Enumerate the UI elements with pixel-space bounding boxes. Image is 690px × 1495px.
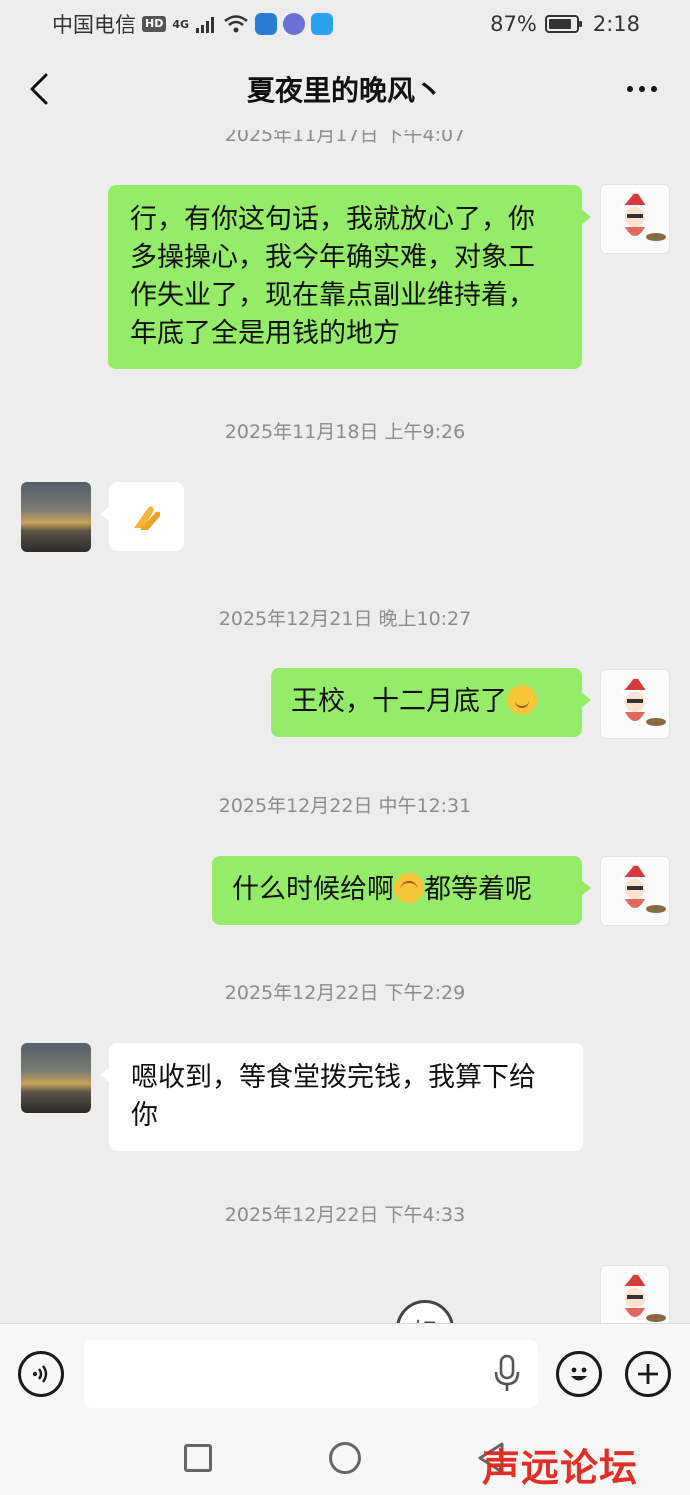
system-nav-bar: 声远论坛 xyxy=(0,1423,690,1495)
sent-message-bubble[interactable]: 行，有你这句话，我就放心了，你多操操心，我今年确实难，对象工作失业了，现在靠点副… xyxy=(108,185,591,369)
sticker-text: 好 xyxy=(413,1312,437,1324)
wifi-icon xyxy=(224,15,248,33)
voice-icon xyxy=(32,1365,48,1383)
smile-emoji-icon xyxy=(507,685,537,715)
emoji-icon xyxy=(571,1367,587,1381)
battery-fill xyxy=(548,19,572,29)
carrier-label: 中国电信 xyxy=(52,13,136,37)
sent-message-bubble[interactable]: 什么时候给啊 都等着呢 xyxy=(212,856,591,925)
girl-santa-hat-avatar-icon xyxy=(621,673,666,726)
signal-icon xyxy=(196,17,215,33)
chat-header: 夏夜里的晚风丶 xyxy=(0,48,690,130)
music-app-icon xyxy=(283,13,306,35)
back-button[interactable] xyxy=(24,70,54,108)
message-timestamp: 2025年12月22日 下午2:29 xyxy=(224,982,466,1004)
mic-icon[interactable] xyxy=(492,1354,522,1394)
girl-santa-hat-avatar-icon xyxy=(621,1269,666,1322)
self-avatar[interactable] xyxy=(600,669,670,739)
pray-hands-emoji-icon xyxy=(133,505,160,530)
forum-watermark: 声远论坛 xyxy=(482,1446,639,1490)
clock: 2:18 xyxy=(592,12,640,36)
more-button[interactable] xyxy=(622,74,662,104)
plus-icon xyxy=(638,1364,658,1384)
message-input[interactable] xyxy=(84,1340,538,1408)
message-text: 嗯收到，等食堂拨完钱，我算下给你 xyxy=(131,1062,536,1131)
message-timestamp: 2025年12月22日 中午12:31 xyxy=(218,795,472,817)
cry-emoji-icon xyxy=(394,873,424,903)
home-button[interactable] xyxy=(329,1442,361,1474)
chevron-left-icon xyxy=(30,73,48,105)
recent-apps-button[interactable] xyxy=(184,1444,212,1472)
more-dots-icon xyxy=(627,86,633,92)
status-bar: 中国电信 HD 4G 87% 2:18 xyxy=(0,0,690,48)
battery-percent: 87% xyxy=(490,12,537,36)
sticker-message[interactable]: 好 xyxy=(396,1300,454,1323)
contact-avatar[interactable] xyxy=(21,1043,91,1113)
contact-avatar[interactable] xyxy=(21,482,91,552)
sent-message-bubble[interactable]: 王校，十二月底了 xyxy=(271,668,591,737)
lightbulb-app-icon xyxy=(255,13,278,35)
chat-scroll-area[interactable]: 2025年11月17日 下午4:07 行，有你这句话，我就放心了，你多操操心，我… xyxy=(0,130,690,1323)
battery-icon xyxy=(544,15,582,33)
self-avatar[interactable] xyxy=(600,184,670,254)
self-avatar[interactable] xyxy=(600,856,670,926)
received-message-bubble[interactable] xyxy=(100,482,184,551)
emoji-button[interactable] xyxy=(556,1351,602,1397)
received-message-bubble[interactable]: 嗯收到，等食堂拨完钱，我算下给你 xyxy=(100,1043,583,1151)
hd-badge: HD xyxy=(142,16,167,32)
chat-title: 夏夜里的晚风丶 xyxy=(246,74,443,107)
message-timestamp: 2025年11月17日 下午4:07 xyxy=(224,130,466,146)
weather-app-icon xyxy=(311,13,334,35)
message-text: 王校，十二月底了 xyxy=(291,686,507,717)
input-bar xyxy=(0,1323,690,1423)
message-text: 行，有你这句话，我就放心了，你多操操心，我今年确实难，对象工作失业了，现在靠点副… xyxy=(130,204,535,349)
network-type: 4G xyxy=(172,17,190,31)
message-text: 都等着呢 xyxy=(424,874,532,905)
message-timestamp: 2025年11月18日 上午9:26 xyxy=(224,421,466,443)
more-functions-button[interactable] xyxy=(625,1351,671,1397)
message-timestamp: 2025年12月21日 晚上10:27 xyxy=(218,608,472,630)
voice-toggle-button[interactable] xyxy=(18,1351,64,1397)
message-timestamp: 2025年12月22日 下午4:33 xyxy=(224,1204,466,1226)
message-text: 什么时候给啊 xyxy=(232,874,394,905)
girl-santa-hat-avatar-icon xyxy=(621,860,666,913)
girl-santa-hat-avatar-icon xyxy=(621,188,666,241)
self-avatar[interactable] xyxy=(600,1265,670,1323)
